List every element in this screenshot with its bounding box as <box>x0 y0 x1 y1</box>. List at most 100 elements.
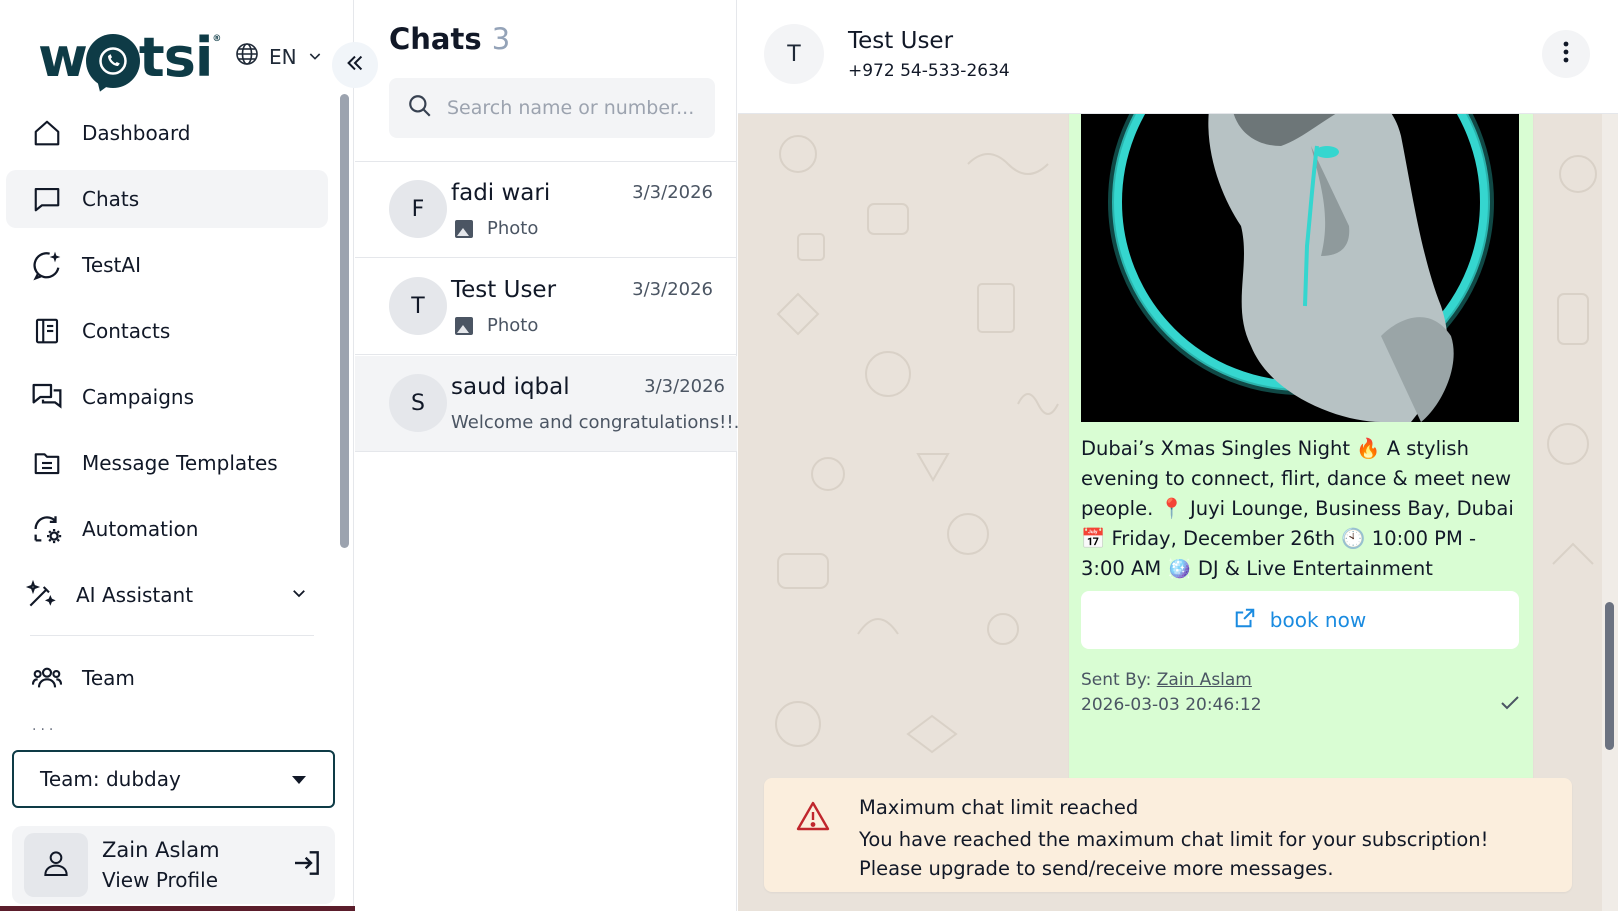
whatsapp-logo-icon <box>85 33 140 88</box>
sidebar: w tsi ® EN Dashboard Chats TestAI Contac… <box>0 0 354 911</box>
avatar <box>24 833 88 897</box>
book-now-label: book now <box>1269 608 1367 632</box>
avatar: T <box>764 24 824 84</box>
sidebar-scrollbar[interactable] <box>340 94 349 548</box>
message-image[interactable] <box>1081 114 1519 422</box>
double-chevron-left-icon <box>344 52 366 78</box>
chat-list-title-text: Chats <box>389 22 482 56</box>
avatar: S <box>389 374 447 432</box>
sidebar-item-campaigns[interactable]: Campaigns <box>6 368 328 426</box>
sender-link[interactable]: Zain Aslam <box>1157 670 1252 690</box>
message-area: Dubai’s Xmas Singles Night 🔥 A stylish e… <box>738 114 1618 911</box>
wotsi-logo[interactable]: w tsi ® <box>38 26 221 89</box>
search-input[interactable] <box>447 97 697 119</box>
contacts-book-icon <box>30 314 64 348</box>
contact-phone: +972 54-533-2634 <box>848 61 1010 81</box>
chat-list-item-test-user[interactable]: T Test User 3/3/2026 Photo <box>355 259 737 355</box>
language-selector[interactable]: EN <box>235 42 323 71</box>
caret-down-icon <box>291 767 307 791</box>
chat-name: Test User <box>451 277 557 303</box>
automation-gear-icon <box>30 512 64 546</box>
team-users-icon <box>30 661 64 695</box>
more-options-button[interactable] <box>1542 30 1590 78</box>
sidebar-item-automation[interactable]: Automation <box>6 500 328 558</box>
sidebar-item-label: Contacts <box>82 319 171 343</box>
chat-count: 3 <box>491 22 511 56</box>
chat-list-item-saud-iqbal[interactable]: S saud iqbal 3/3/2026 Welcome and congra… <box>355 356 751 452</box>
chat-preview-text: Photo <box>487 218 539 239</box>
nav-divider <box>30 635 314 636</box>
sidebar-item-label: AI Assistant <box>76 583 194 607</box>
sidebar-item-label: Automation <box>82 517 199 541</box>
vertical-dots-icon <box>1562 40 1570 68</box>
team-select[interactable]: Team: dubday <box>12 750 335 808</box>
campaigns-chat-icon <box>30 380 64 414</box>
avatar: T <box>389 277 447 335</box>
message-timestamp: 2026-03-03 20:46:12 <box>1081 695 1262 715</box>
message-scrollbar[interactable] <box>1605 602 1614 750</box>
checkmark-icon <box>1499 694 1521 716</box>
message-caption: Dubai’s Xmas Singles Night 🔥 A stylish e… <box>1081 437 1514 580</box>
photo-icon <box>455 316 473 335</box>
chevron-down-icon <box>290 583 308 607</box>
chat-bubble-icon <box>30 182 64 216</box>
photo-icon <box>455 219 473 238</box>
view-profile-link[interactable]: View Profile <box>102 868 291 892</box>
message-scroll-track <box>1602 114 1618 911</box>
sidebar-item-label: Dashboard <box>82 121 191 145</box>
user-profile-card[interactable]: Zain Aslam View Profile <box>12 826 335 904</box>
contact-name: Test User <box>848 28 954 54</box>
conversation-header: T Test User +972 54-533-2634 <box>738 0 1618 114</box>
chat-preview: Photo <box>451 218 538 239</box>
sent-by-label: Sent By: <box>1081 670 1152 690</box>
sidebar-item-label: Team <box>82 666 135 690</box>
chat-preview-text: Welcome and congratulations!!... <box>451 412 751 433</box>
external-link-icon <box>1234 607 1256 634</box>
chat-preview: Welcome and congratulations!!... <box>451 412 751 433</box>
globe-icon <box>235 42 259 71</box>
search-box[interactable] <box>389 78 715 138</box>
chat-name: fadi wari <box>451 180 551 206</box>
search-icon <box>407 93 433 123</box>
logout-icon[interactable] <box>291 847 323 883</box>
bottom-accent-bar <box>0 906 410 911</box>
message-bubble: Dubai’s Xmas Singles Night 🔥 A stylish e… <box>1069 114 1533 842</box>
profile-name: Zain Aslam <box>102 838 220 862</box>
chat-limit-alert: Maximum chat limit reached You have reac… <box>764 778 1572 892</box>
chevron-down-icon <box>307 45 323 69</box>
sidebar-item-message-templates[interactable]: Message Templates <box>6 434 328 492</box>
chat-preview-text: Photo <box>487 315 539 336</box>
home-icon <box>30 116 64 150</box>
alert-message: You have reached the maximum chat limit … <box>859 828 1489 880</box>
chat-preview: Photo <box>451 315 538 336</box>
chat-list-title: Chats 3 <box>389 22 510 56</box>
chat-name: saud iqbal <box>451 374 570 400</box>
chat-date: 3/3/2026 <box>632 279 713 300</box>
statue-artwork-image <box>1081 114 1519 422</box>
sidebar-item-team[interactable]: Team <box>6 649 328 707</box>
sidebar-item-contacts[interactable]: Contacts <box>6 302 328 360</box>
alert-title: Maximum chat limit reached <box>859 796 1139 819</box>
language-label: EN <box>269 44 297 69</box>
team-select-value: Team: dubday <box>40 767 181 791</box>
more-items-indicator: ... <box>32 718 58 734</box>
ai-chat-icon <box>30 248 64 282</box>
user-icon <box>40 847 72 883</box>
sidebar-item-chats[interactable]: Chats <box>6 170 328 228</box>
sidebar-item-dashboard[interactable]: Dashboard <box>6 104 328 162</box>
sidebar-nav: Dashboard Chats TestAI Contacts Campaign… <box>6 104 328 632</box>
warning-triangle-icon <box>796 800 830 836</box>
sidebar-item-label: Chats <box>82 187 140 211</box>
book-now-button[interactable]: book now <box>1081 591 1519 649</box>
conversation-panel: T Test User +972 54-533-2634 Dubai’s Xma… <box>738 0 1618 911</box>
chat-date: 3/3/2026 <box>632 182 713 203</box>
chat-list-panel: Chats 3 F fadi wari 3/3/2026 Photo T Tes… <box>355 0 751 911</box>
sidebar-item-testai[interactable]: TestAI <box>6 236 328 294</box>
sidebar-item-team-wrapper: Team <box>6 649 328 715</box>
chat-list-item-fadi-wari[interactable]: F fadi wari 3/3/2026 Photo <box>355 162 737 258</box>
folder-template-icon <box>30 446 64 480</box>
sent-by-line: Sent By: Zain Aslam <box>1081 670 1252 690</box>
sidebar-item-ai-assistant[interactable]: AI Assistant <box>6 566 328 624</box>
collapse-sidebar-button[interactable] <box>332 42 378 88</box>
sidebar-item-label: Message Templates <box>82 451 278 475</box>
